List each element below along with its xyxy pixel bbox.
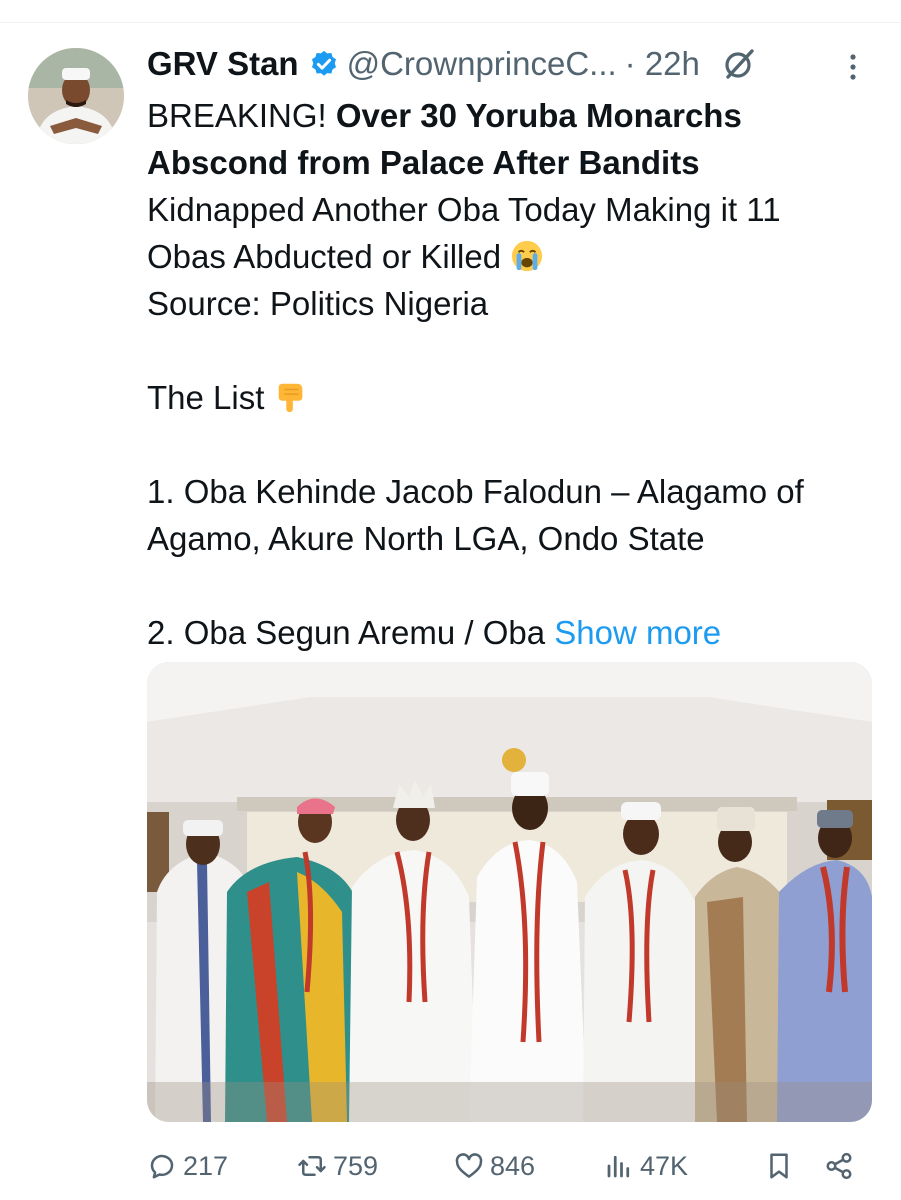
heart-icon	[455, 1153, 483, 1178]
repost-count: 759	[333, 1150, 379, 1181]
list-intro: The List	[147, 379, 265, 416]
headline-bold-1: Over 30 Yoruba Monarchs	[335, 97, 742, 134]
top-divider	[0, 22, 901, 23]
tweet-header: GRV Stan @CrownprinceC... · 22h	[147, 40, 867, 88]
author-name[interactable]: GRV Stan	[147, 45, 299, 83]
like-count: 846	[490, 1150, 536, 1181]
tweet-time[interactable]: · 22h	[625, 45, 700, 83]
avatar[interactable]	[28, 48, 124, 144]
text-line-4-wrap: Obas Abducted or Killed	[147, 233, 867, 280]
views-count: 47K	[640, 1150, 689, 1181]
backhand-index-pointing-down-emoji	[278, 383, 302, 413]
tweet-media-photo[interactable]	[147, 662, 872, 1122]
headline-bold-2: Abscond from Palace After Bandits	[147, 144, 700, 181]
share-icon	[826, 1152, 852, 1180]
more-vertical-icon[interactable]	[846, 52, 860, 82]
list-item-1-line-2: Agamo, Akure North LGA, Ondo State	[147, 520, 705, 557]
loudly-crying-face-emoji	[512, 240, 543, 272]
grok-icon[interactable]	[722, 47, 756, 81]
show-more-link[interactable]: Show more	[554, 614, 721, 651]
like-button[interactable]: 846	[454, 1151, 604, 1182]
headline-line-1: BREAKING! Over 30 Yoruba Monarchs	[147, 92, 867, 139]
tweet-actions-bar: 217 759 846 47K	[147, 1143, 867, 1189]
bookmark-icon	[770, 1153, 788, 1179]
list-item-2-wrap: 2. Oba Segun Aremu / Oba Show more	[147, 609, 867, 656]
text-line-5: Source: Politics Nigeria	[147, 285, 489, 322]
text-line-4: Obas Abducted or Killed	[147, 238, 502, 275]
headline-prefix: BREAKING!	[147, 97, 336, 134]
reply-count: 217	[183, 1150, 229, 1181]
views-button[interactable]: 47K	[604, 1151, 764, 1182]
share-button[interactable]	[824, 1151, 860, 1181]
tweet-text: BREAKING! Over 30 Yoruba Monarchs Abscon…	[147, 92, 867, 656]
avatar-image	[28, 48, 124, 144]
reply-icon	[150, 1154, 174, 1179]
list-item-1-line-1: 1. Oba Kehinde Jacob Falodun – Alagamo o…	[147, 473, 804, 510]
list-item-2: 2. Oba Segun Aremu / Oba	[147, 614, 555, 651]
repost-button[interactable]: 759	[297, 1151, 454, 1182]
author-handle[interactable]: @CrownprinceC...	[347, 45, 617, 83]
monarchs-group-photo	[147, 662, 872, 1122]
tweet: GRV Stan @CrownprinceC... · 22h BREAKING…	[147, 40, 867, 656]
bookmark-button[interactable]	[764, 1151, 824, 1181]
text-line-3: Kidnapped Another Oba Today Making it 11	[147, 191, 781, 228]
list-intro-wrap: The List	[147, 374, 867, 421]
repost-icon	[298, 1156, 326, 1176]
reply-button[interactable]: 217	[147, 1151, 297, 1182]
views-chart-icon	[607, 1155, 630, 1178]
verified-badge-icon	[311, 50, 336, 76]
